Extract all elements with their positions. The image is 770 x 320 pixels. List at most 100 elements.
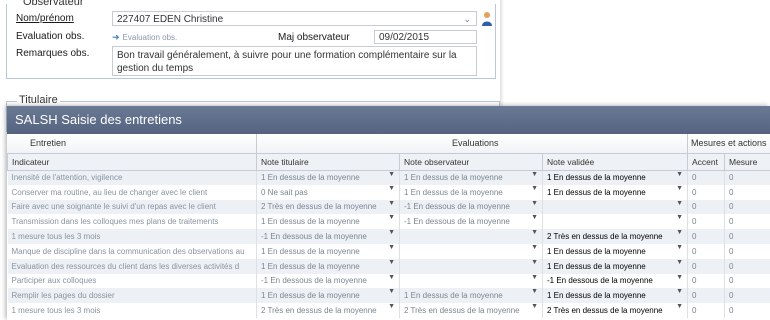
note-observateur-select[interactable]: -1 En dessous de la moyenne ▼: [399, 214, 543, 230]
note-titulaire-select[interactable]: 1 En dessus de la moyenne ▼: [256, 288, 400, 304]
person-icon[interactable]: [480, 11, 494, 27]
indicator-cell[interactable]: Participer aux colloques: [7, 273, 257, 289]
note-validee-select[interactable]: 1 En dessus de la moyenne ▼: [542, 184, 688, 200]
table-row[interactable]: Inensité de l'attention, vigilence 1 En d…: [7, 170, 770, 185]
table-row[interactable]: 1 mesure tous les 3 mois 2 Très en dessus…: [7, 303, 770, 318]
col-mesure[interactable]: Mesure: [724, 154, 770, 171]
dropdown-arrow-icon[interactable]: ▼: [531, 185, 538, 192]
note-observateur-select[interactable]: 1 En dessus de la moyenne ▼: [399, 170, 543, 185]
table-row[interactable]: Participer aux colloques -1 En dessous de…: [7, 273, 770, 289]
note-titulaire-select[interactable]: 2 Très en dessus de la moyenne ▼: [256, 199, 400, 215]
mesure-cell[interactable]: 0: [724, 214, 770, 230]
col-indicateur[interactable]: Indicateur: [7, 154, 257, 171]
dropdown-arrow-icon[interactable]: ▼: [388, 274, 395, 281]
dropdown-arrow-icon[interactable]: ▼: [388, 171, 395, 178]
dropdown-arrow-icon[interactable]: ▼: [676, 288, 683, 295]
note-validee-select[interactable]: 1 En dessus de la moyenne ▼: [542, 288, 688, 304]
accent-cell[interactable]: 0: [687, 243, 725, 259]
mesure-cell[interactable]: 0: [724, 303, 770, 318]
table-row[interactable]: Manque de discipline dans la communicati…: [7, 243, 770, 259]
col-note-validee[interactable]: Note validée: [542, 154, 688, 171]
note-validee-select[interactable]: 2 Très en dessus de la moyenne ▼: [542, 229, 688, 244]
accent-cell[interactable]: 0: [687, 303, 725, 318]
table-row[interactable]: Transmission dans les colloques mes plan…: [7, 214, 770, 230]
dropdown-arrow-icon[interactable]: ▼: [388, 214, 395, 221]
dropdown-arrow-icon[interactable]: ▼: [388, 200, 395, 207]
accent-cell[interactable]: 0: [687, 184, 725, 200]
mesure-cell[interactable]: 0: [724, 243, 770, 259]
dropdown-arrow-icon[interactable]: ▼: [676, 185, 683, 192]
mesure-cell[interactable]: 0: [724, 258, 770, 274]
table-row[interactable]: Faire avec une soignante le suivi d'un r…: [7, 199, 770, 215]
note-titulaire-select[interactable]: 1 En dessus de la moyenne ▼: [256, 258, 400, 274]
indicator-cell[interactable]: 1 mesure tous les 3 mois: [7, 303, 257, 318]
indicator-cell[interactable]: Evaluation des ressources du client dans…: [7, 258, 257, 274]
table-row[interactable]: 1 mesure tous les 3 mois -1 En dessous de…: [7, 229, 770, 244]
dropdown-arrow-icon[interactable]: ▼: [531, 274, 538, 281]
col-accent[interactable]: Accent: [687, 154, 725, 171]
note-observateur-select[interactable]: 1 En dessus de la moyenne ▼: [399, 184, 543, 200]
note-observateur-select[interactable]: ▼: [399, 243, 543, 259]
note-observateur-select[interactable]: 1 En dessus de la moyenne ▼: [399, 288, 543, 304]
indicator-cell[interactable]: Transmission dans les colloques mes plan…: [7, 214, 257, 230]
note-titulaire-select[interactable]: 2 Très en dessus de la moyenne ▼: [256, 303, 400, 318]
dropdown-arrow-icon[interactable]: ▼: [676, 200, 683, 207]
dropdown-arrow-icon[interactable]: ▼: [531, 244, 538, 251]
mesure-cell[interactable]: 0: [724, 288, 770, 304]
note-titulaire-select[interactable]: -1 En dessous de la moyenne ▼: [256, 273, 400, 289]
accent-cell[interactable]: 0: [687, 273, 725, 289]
dropdown-arrow-icon[interactable]: ▼: [531, 303, 538, 310]
dropdown-arrow-icon[interactable]: ▼: [388, 303, 395, 310]
note-observateur-select[interactable]: ▼: [399, 273, 543, 289]
table-row[interactable]: Remplir les pages du dossier 1 En dessus …: [7, 288, 770, 304]
dropdown-arrow-icon[interactable]: ▼: [388, 244, 395, 251]
mesure-cell[interactable]: 0: [724, 184, 770, 200]
accent-cell[interactable]: 0: [687, 170, 725, 185]
dropdown-arrow-icon[interactable]: ▼: [676, 214, 683, 221]
accent-cell[interactable]: 0: [687, 229, 725, 244]
accent-cell[interactable]: 0: [687, 258, 725, 274]
table-row[interactable]: Conserver ma routine, au lieu de changer…: [7, 184, 770, 200]
note-titulaire-select[interactable]: 1 En dessus de la moyenne ▼: [256, 170, 400, 185]
dropdown-arrow-icon[interactable]: ▼: [388, 288, 395, 295]
dropdown-arrow-icon[interactable]: ▼: [676, 303, 683, 310]
note-observateur-select[interactable]: -1 En dessous de la moyenne ▼: [399, 199, 543, 215]
note-validee-select[interactable]: -1 En dessous de la moyenne ▼: [542, 273, 688, 289]
indicator-cell[interactable]: Remplir les pages du dossier: [7, 288, 257, 304]
mesure-cell[interactable]: 0: [724, 273, 770, 289]
maj-observateur-field[interactable]: 09/02/2015: [374, 30, 477, 44]
mesure-cell[interactable]: 0: [724, 229, 770, 244]
dropdown-arrow-icon[interactable]: ▼: [531, 214, 538, 221]
dropdown-arrow-icon[interactable]: ▼: [531, 288, 538, 295]
note-validee-select[interactable]: 1 En dessus de la moyenne ▼: [542, 170, 688, 185]
note-validee-select[interactable]: 2 Très en dessus de la moyenne ▼: [542, 303, 688, 318]
note-validee-select[interactable]: 1 En dessus de la moyenne ▼: [542, 258, 688, 274]
accent-cell[interactable]: 0: [687, 214, 725, 230]
dropdown-arrow-icon[interactable]: ▼: [388, 259, 395, 266]
mesure-cell[interactable]: 0: [724, 199, 770, 215]
accent-cell[interactable]: 0: [687, 199, 725, 215]
col-note-observateur[interactable]: Note observateur: [399, 154, 543, 171]
note-titulaire-select[interactable]: 1 En dessus de la moyenne ▼: [256, 243, 400, 259]
dropdown-arrow-icon[interactable]: ▼: [388, 185, 395, 192]
dropdown-arrow-icon[interactable]: ▼: [676, 259, 683, 266]
note-validee-select[interactable]: ▼: [542, 199, 688, 215]
dropdown-arrow-icon[interactable]: ▼: [676, 171, 683, 178]
dropdown-arrow-icon[interactable]: ▼: [531, 171, 538, 178]
table-row[interactable]: Evaluation des ressources du client dans…: [7, 258, 770, 274]
dropdown-arrow-icon[interactable]: ▼: [676, 274, 683, 281]
dropdown-arrow-icon[interactable]: ▼: [531, 229, 538, 236]
indicator-cell[interactable]: Inensité de l'attention, vigilence: [7, 170, 257, 185]
col-note-titulaire[interactable]: Note titulaire: [256, 154, 400, 171]
indicator-cell[interactable]: Conserver ma routine, au lieu de changer…: [7, 184, 257, 200]
mesure-cell[interactable]: 0: [724, 170, 770, 185]
dropdown-arrow-icon[interactable]: ▼: [531, 259, 538, 266]
indicator-cell[interactable]: Manque de discipline dans la communicati…: [7, 243, 257, 259]
dropdown-arrow-icon[interactable]: ▼: [676, 229, 683, 236]
note-validee-select[interactable]: 1 En dessus de la moyenne ▼: [542, 243, 688, 259]
note-observateur-select[interactable]: 2 Très en dessus de la moyenne ▼: [399, 303, 543, 318]
note-titulaire-select[interactable]: 1 En dessus de la moyenne ▼: [256, 214, 400, 230]
note-observateur-select[interactable]: ▼: [399, 229, 543, 244]
indicator-cell[interactable]: Faire avec une soignante le suivi d'un r…: [7, 199, 257, 215]
accent-cell[interactable]: 0: [687, 288, 725, 304]
